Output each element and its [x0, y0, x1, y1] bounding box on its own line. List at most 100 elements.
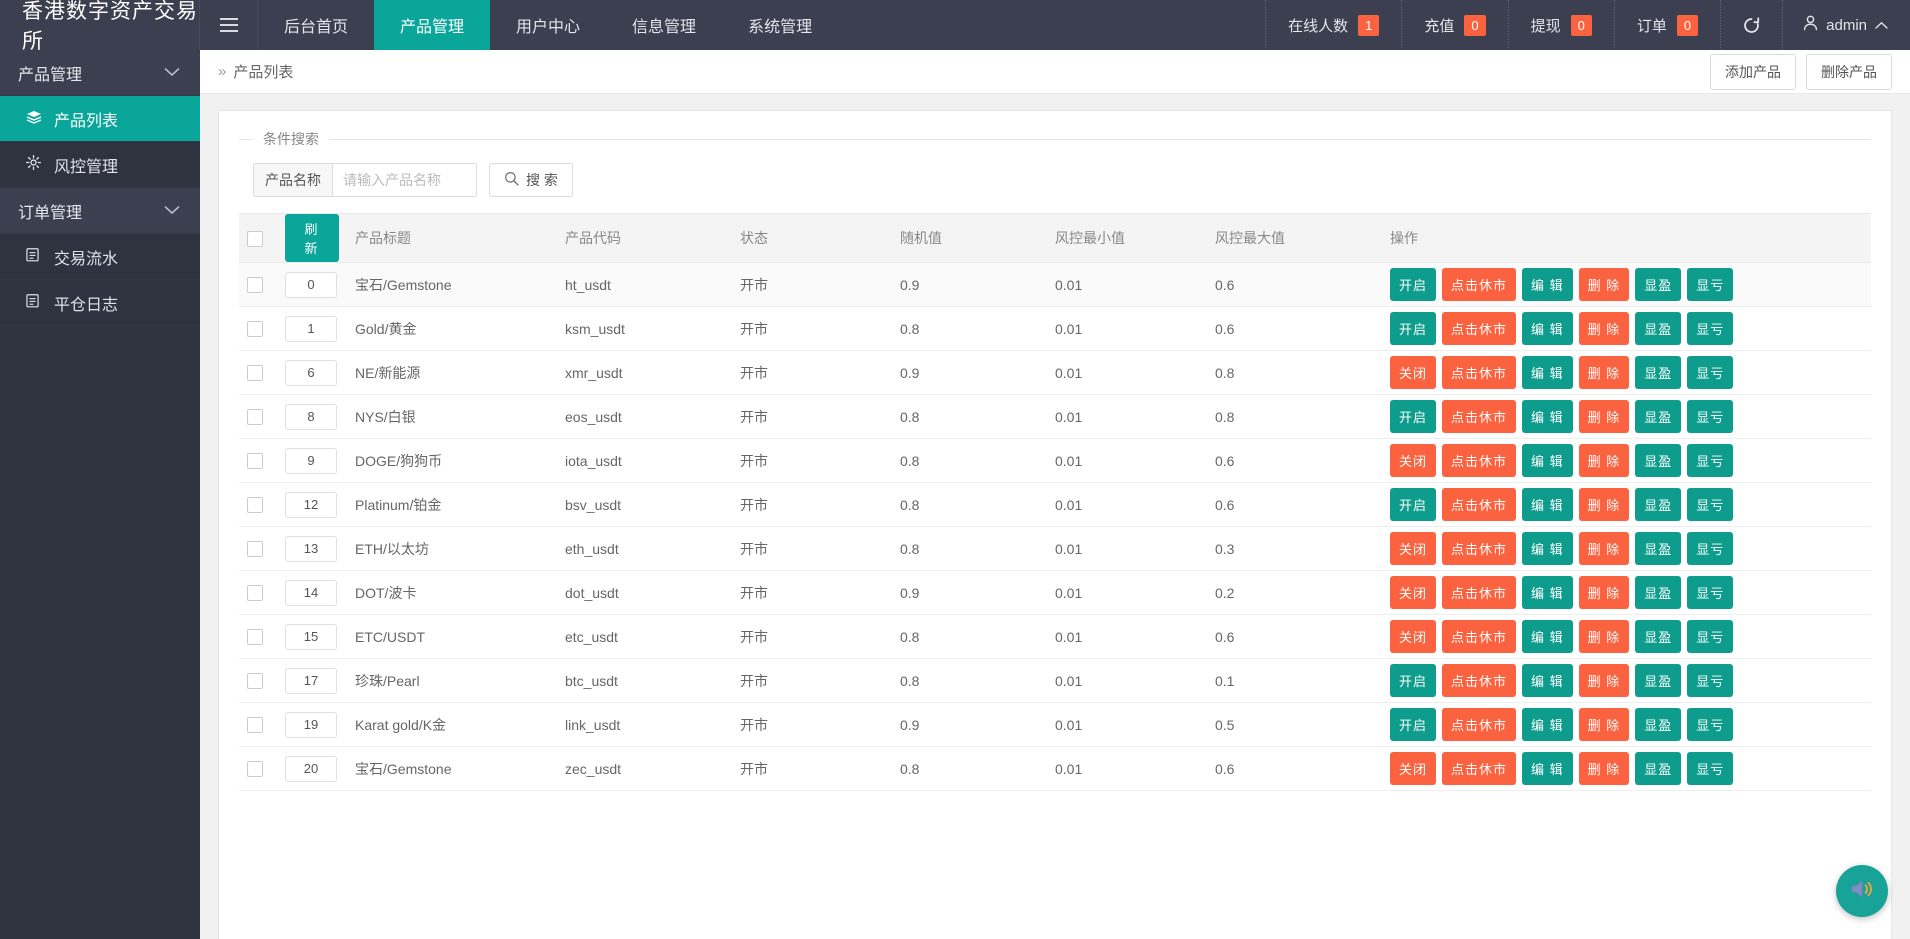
refresh-button[interactable]: 刷 新: [285, 214, 339, 262]
row-checkbox[interactable]: [247, 277, 263, 293]
sidebar-item-risk-control[interactable]: 风控管理: [0, 142, 200, 188]
row-edit-button[interactable]: 编 辑: [1522, 488, 1573, 521]
row-suspend-button[interactable]: 点击休市: [1442, 576, 1516, 609]
nav-item-home[interactable]: 后台首页: [258, 0, 374, 50]
row-checkbox[interactable]: [247, 541, 263, 557]
row-checkbox[interactable]: [247, 673, 263, 689]
search-button[interactable]: 搜 索: [489, 163, 573, 197]
row-show-loss-button[interactable]: 显亏: [1687, 312, 1733, 345]
row-suspend-button[interactable]: 点击休市: [1442, 620, 1516, 653]
sidebar-item-close-position-log[interactable]: 平仓日志: [0, 280, 200, 326]
nav-item-product-management[interactable]: 产品管理: [374, 0, 490, 50]
row-show-loss-button[interactable]: 显亏: [1687, 488, 1733, 521]
row-checkbox[interactable]: [247, 321, 263, 337]
row-delete-button[interactable]: 删 除: [1579, 444, 1630, 477]
row-checkbox[interactable]: [247, 761, 263, 777]
row-delete-button[interactable]: 删 除: [1579, 488, 1630, 521]
row-checkbox[interactable]: [247, 717, 263, 733]
sidebar-group-product-management[interactable]: 产品管理: [0, 50, 200, 96]
row-show-loss-button[interactable]: 显亏: [1687, 532, 1733, 565]
row-edit-button[interactable]: 编 辑: [1522, 400, 1573, 433]
row-id-value[interactable]: 14: [285, 580, 337, 606]
row-checkbox[interactable]: [247, 365, 263, 381]
row-delete-button[interactable]: 删 除: [1579, 708, 1630, 741]
row-suspend-button[interactable]: 点击休市: [1442, 444, 1516, 477]
row-checkbox[interactable]: [247, 585, 263, 601]
row-edit-button[interactable]: 编 辑: [1522, 532, 1573, 565]
row-checkbox[interactable]: [247, 497, 263, 513]
row-toggle-open-button[interactable]: 开启: [1390, 400, 1436, 433]
row-suspend-button[interactable]: 点击休市: [1442, 708, 1516, 741]
row-show-profit-button[interactable]: 显盈: [1635, 620, 1681, 653]
row-edit-button[interactable]: 编 辑: [1522, 752, 1573, 785]
row-suspend-button[interactable]: 点击休市: [1442, 356, 1516, 389]
table-row[interactable]: 0宝石/Gemstoneht_usdt开市0.90.010.6开启点击休市编 辑…: [239, 263, 1871, 307]
table-row[interactable]: 9DOGE/狗狗币iota_usdt开市0.80.010.6关闭点击休市编 辑删…: [239, 439, 1871, 483]
row-show-profit-button[interactable]: 显盈: [1635, 268, 1681, 301]
row-id-value[interactable]: 9: [285, 448, 337, 474]
row-suspend-button[interactable]: 点击休市: [1442, 312, 1516, 345]
nav-item-system-management[interactable]: 系统管理: [722, 0, 838, 50]
row-checkbox[interactable]: [247, 453, 263, 469]
row-suspend-button[interactable]: 点击休市: [1442, 532, 1516, 565]
refresh-icon[interactable]: [1720, 0, 1782, 50]
row-show-loss-button[interactable]: 显亏: [1687, 708, 1733, 741]
table-row[interactable]: 12Platinum/铂金bsv_usdt开市0.80.010.6开启点击休市编…: [239, 483, 1871, 527]
row-toggle-open-button[interactable]: 开启: [1390, 708, 1436, 741]
row-show-loss-button[interactable]: 显亏: [1687, 576, 1733, 609]
row-edit-button[interactable]: 编 辑: [1522, 444, 1573, 477]
row-toggle-open-button[interactable]: 开启: [1390, 488, 1436, 521]
row-suspend-button[interactable]: 点击休市: [1442, 752, 1516, 785]
row-delete-button[interactable]: 删 除: [1579, 312, 1630, 345]
stat-online-users[interactable]: 在线人数 1: [1265, 0, 1401, 50]
row-suspend-button[interactable]: 点击休市: [1442, 268, 1516, 301]
stat-orders[interactable]: 订单 0: [1614, 0, 1720, 50]
row-show-profit-button[interactable]: 显盈: [1635, 488, 1681, 521]
row-show-profit-button[interactable]: 显盈: [1635, 752, 1681, 785]
row-edit-button[interactable]: 编 辑: [1522, 312, 1573, 345]
table-row[interactable]: 17珍珠/Pearlbtc_usdt开市0.80.010.1开启点击休市编 辑删…: [239, 659, 1871, 703]
sidebar-item-product-list[interactable]: 产品列表: [0, 96, 200, 142]
table-row[interactable]: 13ETH/以太坊eth_usdt开市0.80.010.3关闭点击休市编 辑删 …: [239, 527, 1871, 571]
sound-toggle-button[interactable]: [1836, 865, 1888, 917]
row-id-value[interactable]: 19: [285, 712, 337, 738]
row-delete-button[interactable]: 删 除: [1579, 576, 1630, 609]
table-row[interactable]: 8NYS/白银eos_usdt开市0.80.010.8开启点击休市编 辑删 除显…: [239, 395, 1871, 439]
row-show-profit-button[interactable]: 显盈: [1635, 356, 1681, 389]
row-delete-button[interactable]: 删 除: [1579, 532, 1630, 565]
stat-withdraw[interactable]: 提现 0: [1508, 0, 1614, 50]
row-id-value[interactable]: 12: [285, 492, 337, 518]
row-toggle-open-button[interactable]: 关闭: [1390, 444, 1436, 477]
row-delete-button[interactable]: 删 除: [1579, 664, 1630, 697]
user-menu[interactable]: admin: [1782, 0, 1910, 50]
row-delete-button[interactable]: 删 除: [1579, 620, 1630, 653]
row-suspend-button[interactable]: 点击休市: [1442, 488, 1516, 521]
row-show-loss-button[interactable]: 显亏: [1687, 400, 1733, 433]
row-edit-button[interactable]: 编 辑: [1522, 356, 1573, 389]
row-toggle-open-button[interactable]: 开启: [1390, 312, 1436, 345]
row-show-profit-button[interactable]: 显盈: [1635, 708, 1681, 741]
row-id-value[interactable]: 17: [285, 668, 337, 694]
row-toggle-open-button[interactable]: 关闭: [1390, 752, 1436, 785]
row-show-loss-button[interactable]: 显亏: [1687, 664, 1733, 697]
row-id-value[interactable]: 0: [285, 272, 337, 298]
row-edit-button[interactable]: 编 辑: [1522, 708, 1573, 741]
row-edit-button[interactable]: 编 辑: [1522, 268, 1573, 301]
delete-product-button[interactable]: 删除产品: [1806, 54, 1892, 90]
sidebar-item-transaction-flow[interactable]: 交易流水: [0, 234, 200, 280]
row-edit-button[interactable]: 编 辑: [1522, 664, 1573, 697]
table-row[interactable]: 19Karat gold/K金link_usdt开市0.90.010.5开启点击…: [239, 703, 1871, 747]
stat-deposit[interactable]: 充值 0: [1401, 0, 1507, 50]
nav-item-info-management[interactable]: 信息管理: [606, 0, 722, 50]
table-row[interactable]: 14DOT/波卡dot_usdt开市0.90.010.2关闭点击休市编 辑删 除…: [239, 571, 1871, 615]
nav-item-user-center[interactable]: 用户中心: [490, 0, 606, 50]
row-id-value[interactable]: 13: [285, 536, 337, 562]
row-show-loss-button[interactable]: 显亏: [1687, 356, 1733, 389]
row-edit-button[interactable]: 编 辑: [1522, 576, 1573, 609]
add-product-button[interactable]: 添加产品: [1710, 54, 1796, 90]
row-toggle-open-button[interactable]: 关闭: [1390, 576, 1436, 609]
row-show-profit-button[interactable]: 显盈: [1635, 312, 1681, 345]
row-toggle-open-button[interactable]: 关闭: [1390, 620, 1436, 653]
row-checkbox[interactable]: [247, 409, 263, 425]
row-suspend-button[interactable]: 点击休市: [1442, 400, 1516, 433]
